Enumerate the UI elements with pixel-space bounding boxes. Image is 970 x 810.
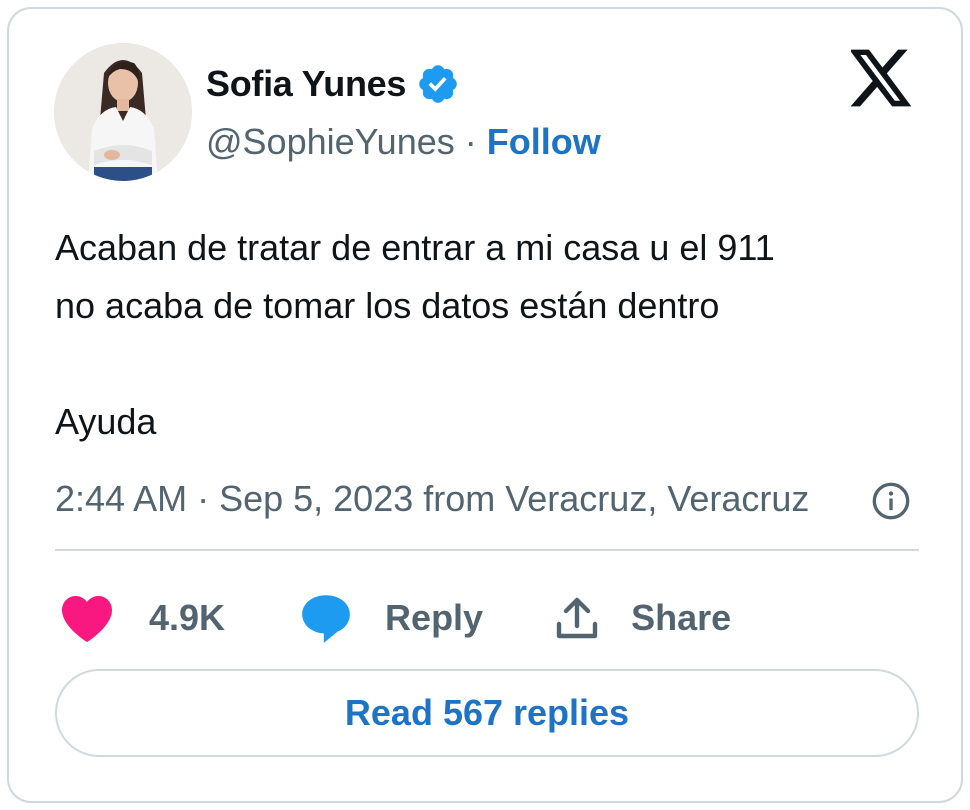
reply-label: Reply <box>385 597 484 638</box>
divider <box>55 549 919 551</box>
read-replies-button[interactable]: Read 567 replies <box>55 669 919 757</box>
speech-bubble-icon <box>302 595 350 643</box>
verified-badge-icon <box>419 65 457 103</box>
avatar[interactable] <box>54 43 192 181</box>
like-button[interactable]: 4.9K <box>55 593 225 643</box>
share-button[interactable]: Share <box>553 593 731 643</box>
tweet-card: Sofia Yunes @SophieYunes · Follow Acaban… <box>7 7 963 803</box>
tweet-line: Ayuda <box>55 401 157 442</box>
like-count: 4.9K <box>149 597 226 638</box>
follow-button[interactable]: Follow <box>487 121 601 163</box>
author-name[interactable]: Sofia Yunes <box>206 63 406 105</box>
author-handle[interactable]: @SophieYunes <box>206 121 455 163</box>
tweet-line: no acaba de tomar los datos están dentro <box>55 285 720 326</box>
author-name-row: Sofia Yunes <box>206 59 460 109</box>
tweet-text: Acaban de tratar de entrar a mi casa u e… <box>55 219 915 451</box>
heart-icon <box>62 595 112 643</box>
share-label: Share <box>631 597 732 638</box>
separator-dot: · <box>464 121 477 162</box>
avatar-photo <box>54 43 192 181</box>
action-bar: 4.9K Reply Share <box>55 587 731 649</box>
meta-fade <box>809 469 859 529</box>
author-handle-row: @SophieYunes · Follow <box>206 117 601 167</box>
info-icon[interactable] <box>871 481 911 521</box>
x-logo-icon[interactable] <box>851 49 913 107</box>
share-upload-icon <box>556 597 598 639</box>
tweet-meta[interactable]: 2:44 AM · Sep 5, 2023 from Veracruz, Ver… <box>55 469 875 529</box>
tweet-line: Acaban de tratar de entrar a mi casa u e… <box>55 227 775 268</box>
reply-button[interactable]: Reply <box>299 592 483 644</box>
